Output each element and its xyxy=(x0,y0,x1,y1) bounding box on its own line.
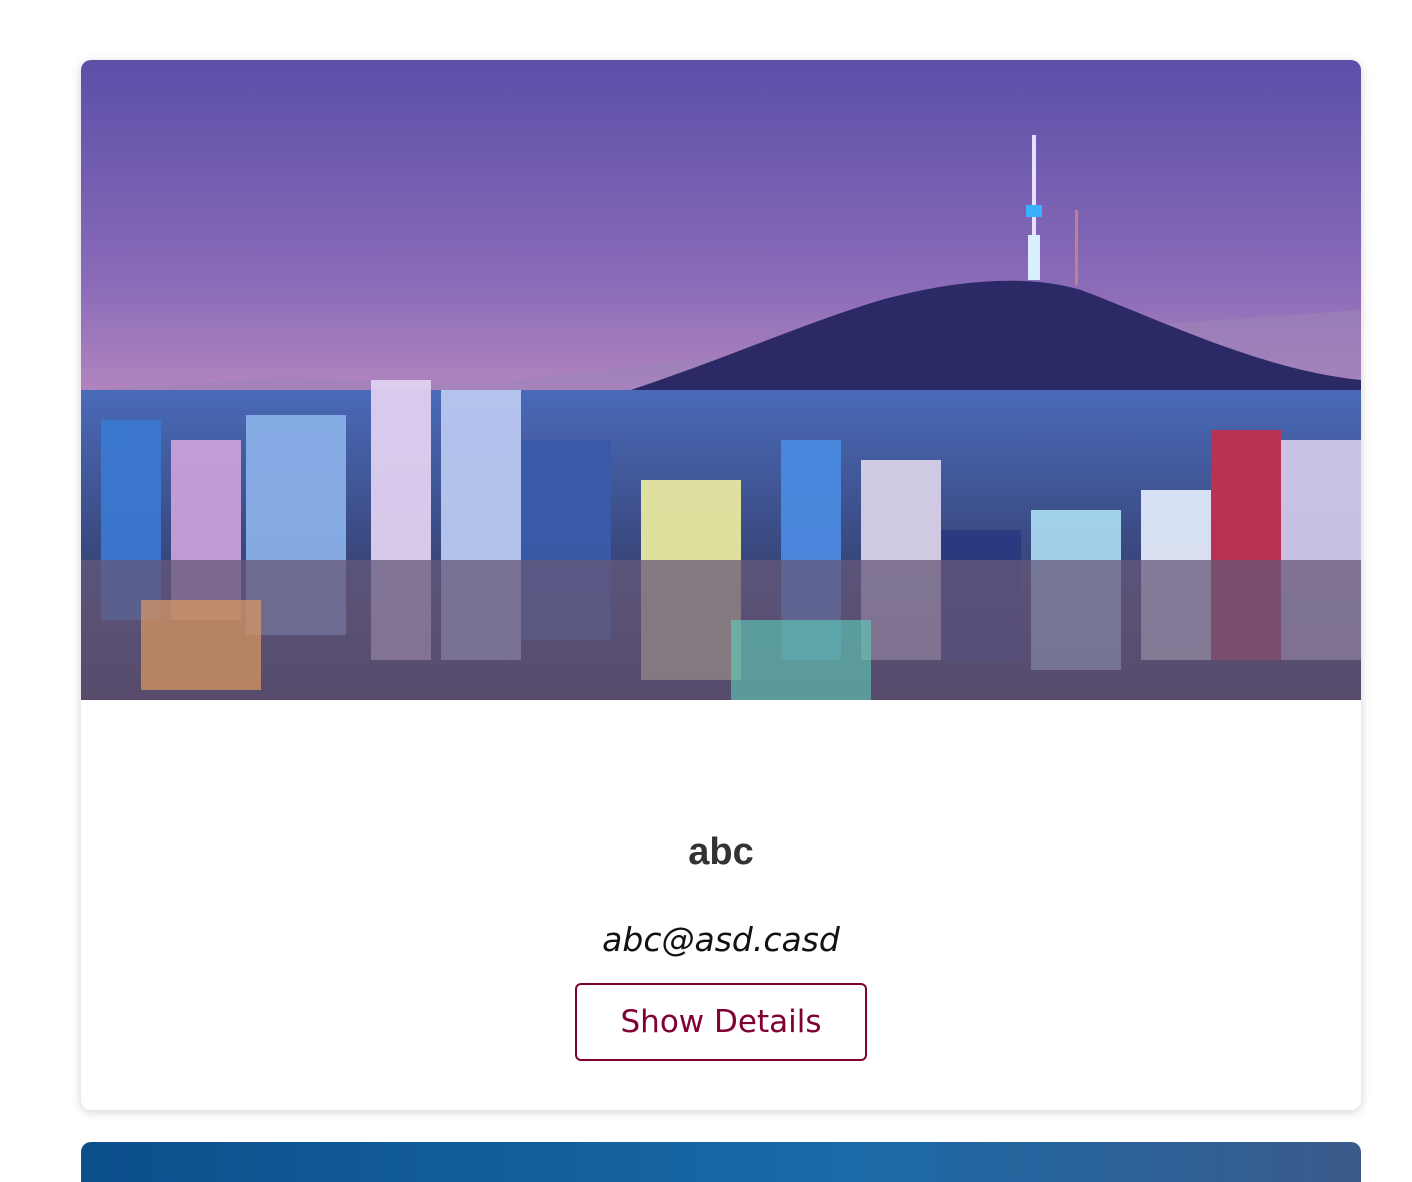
show-details-button[interactable]: Show Details xyxy=(575,983,867,1061)
profile-email: abc@asd.casd xyxy=(602,920,840,959)
profile-card: abc abc@asd.casd Show Details xyxy=(81,60,1361,1110)
city-skyline-image xyxy=(81,60,1361,700)
next-card-top xyxy=(81,1142,1361,1182)
profile-name: abc xyxy=(688,831,754,873)
